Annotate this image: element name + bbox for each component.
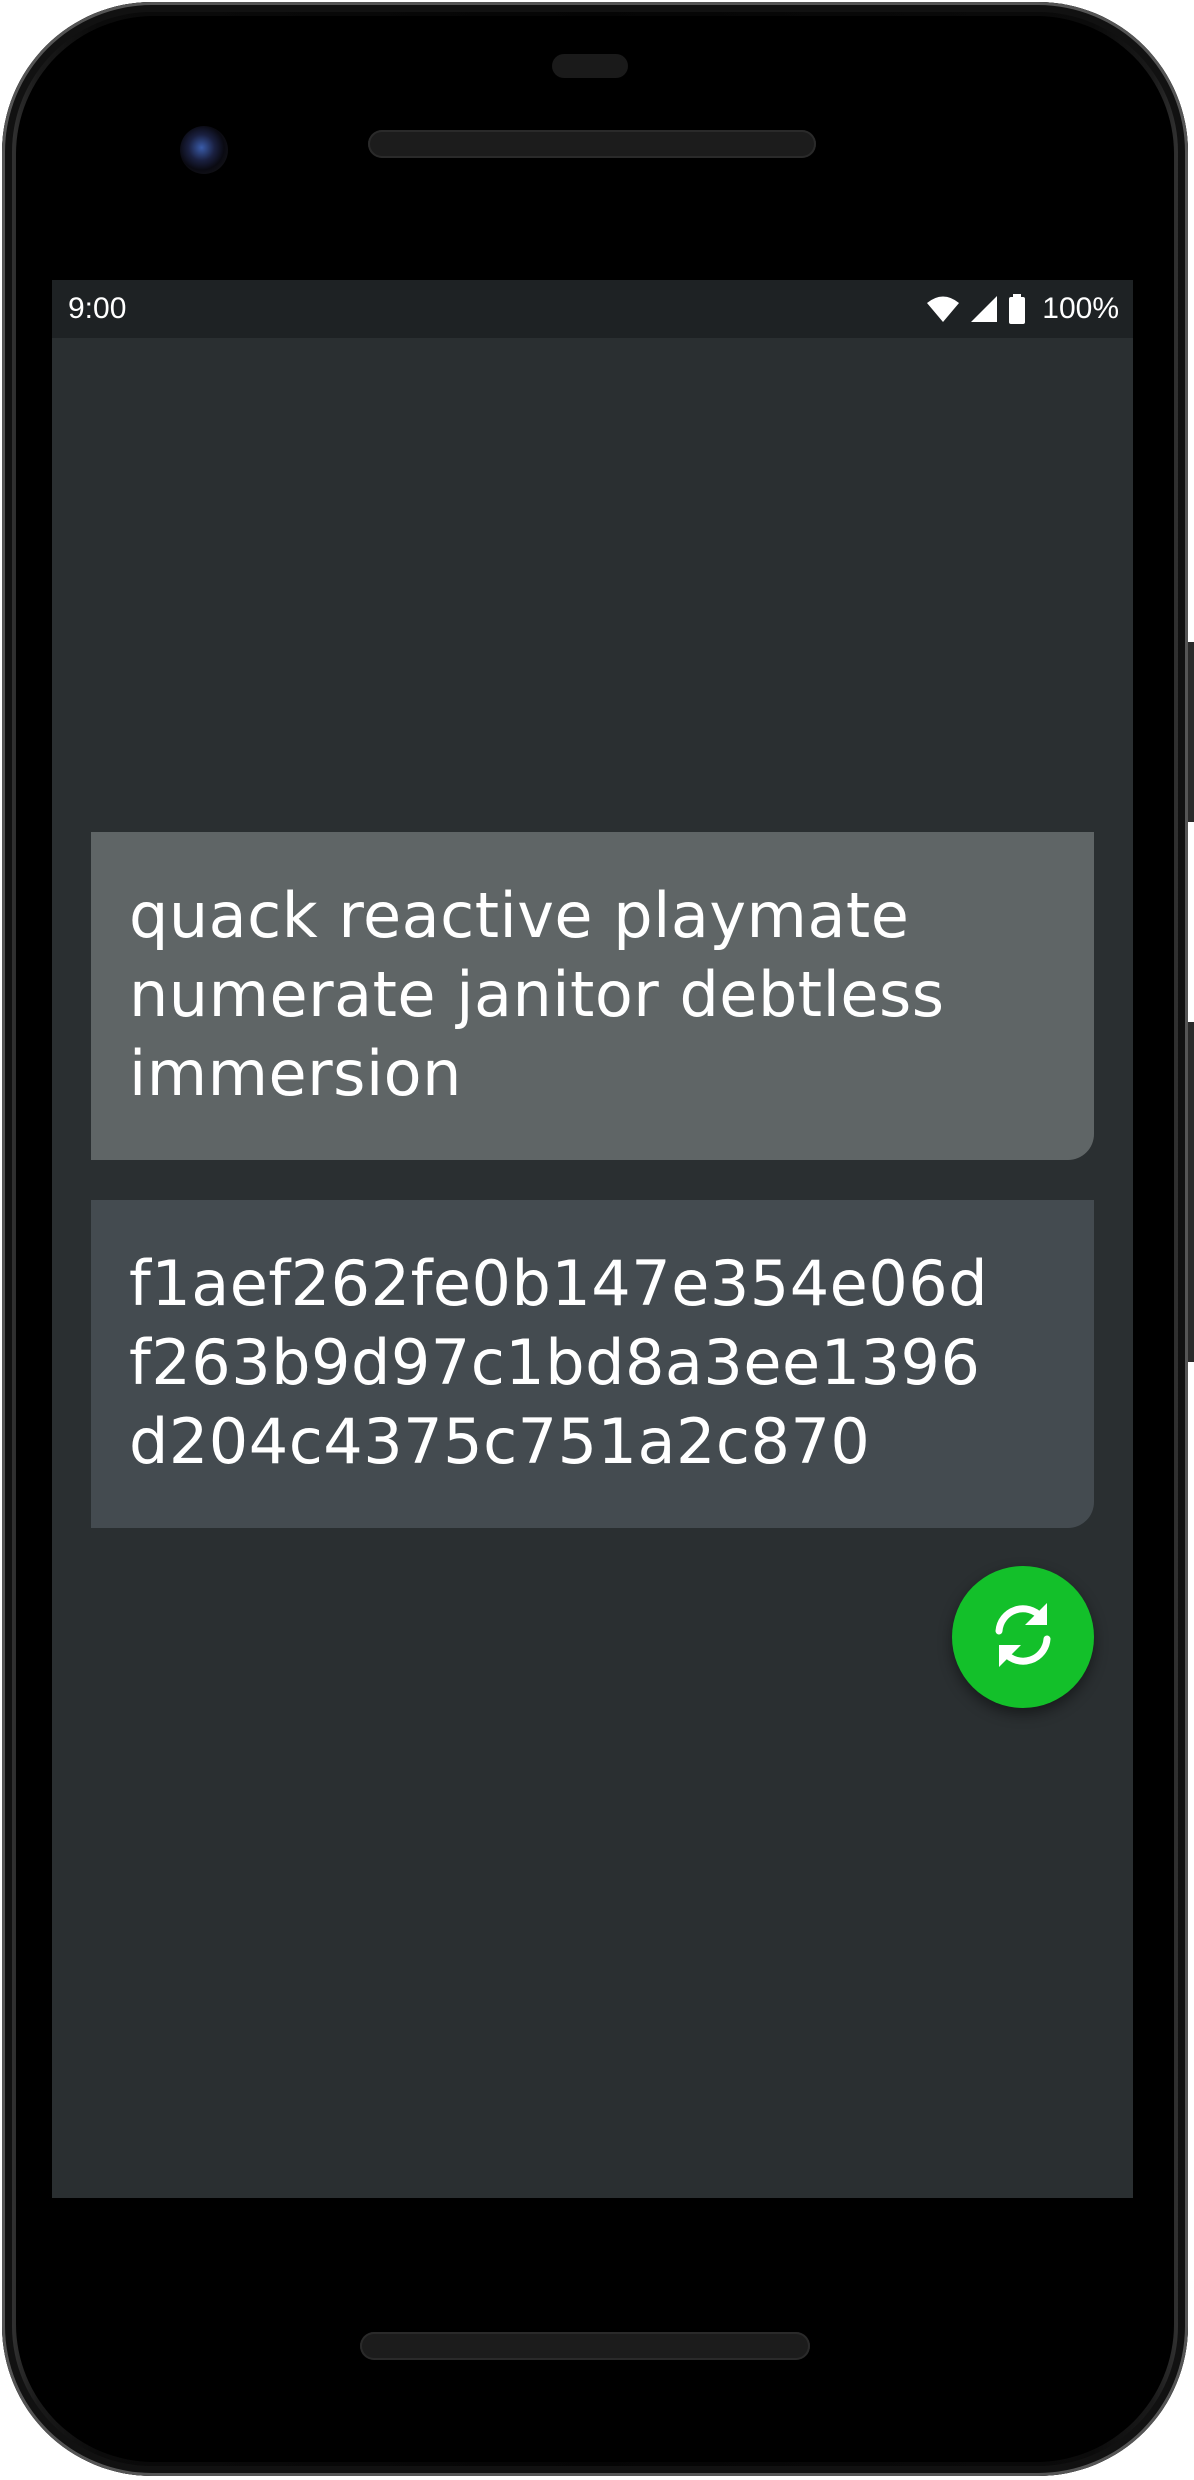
main-content: quack reactive playmate numerate janitor… <box>52 338 1133 2198</box>
battery-icon <box>1008 294 1026 324</box>
app-screen: 9:00 100% quack reactive playmate numera… <box>52 280 1133 2198</box>
cell-signal-icon <box>970 295 998 323</box>
passphrase-card[interactable]: quack reactive playmate numerate janitor… <box>91 832 1094 1160</box>
top-earpiece <box>552 54 628 78</box>
hash-card[interactable]: f1aef262fe0b147e354e06d f263b9d97c1bd8a3… <box>91 1200 1094 1528</box>
passphrase-line: quack reactive playmate <box>129 879 910 952</box>
refresh-icon <box>985 1597 1061 1677</box>
battery-percentage: 100% <box>1042 292 1119 325</box>
hash-line: f263b9d97c1bd8a3ee1396 <box>129 1326 981 1399</box>
hash-line: d204c4375c751a2c870 <box>129 1405 871 1478</box>
bottom-speaker-grille <box>360 2332 810 2360</box>
power-button <box>1188 642 1194 822</box>
wifi-icon <box>926 295 960 323</box>
top-speaker-grille <box>368 130 816 158</box>
front-camera <box>180 126 228 174</box>
volume-button <box>1188 1022 1194 1362</box>
hash-line: f1aef262fe0b147e354e06d <box>129 1247 989 1320</box>
status-bar: 9:00 100% <box>52 280 1133 338</box>
status-time: 9:00 <box>68 292 127 325</box>
passphrase-line: immersion <box>129 1037 462 1110</box>
passphrase-line: numerate janitor debtless <box>129 958 945 1031</box>
refresh-button[interactable] <box>952 1566 1094 1708</box>
status-icons: 100% <box>926 292 1119 326</box>
